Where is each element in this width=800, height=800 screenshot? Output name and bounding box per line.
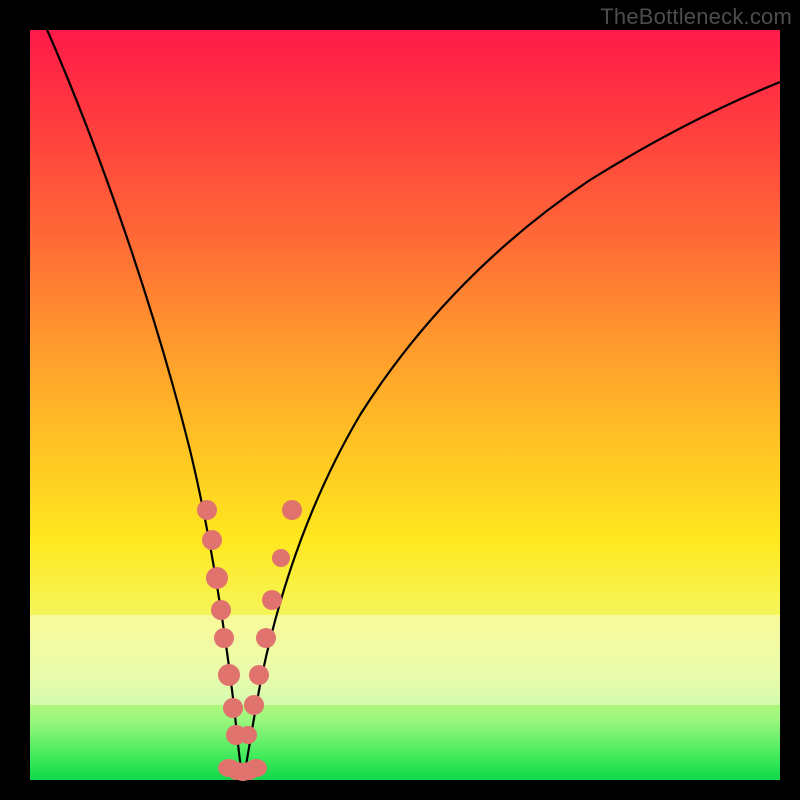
marker-dot — [256, 628, 276, 648]
marker-dot — [214, 628, 234, 648]
marker-dot — [211, 600, 231, 620]
marker-dot — [223, 698, 243, 718]
marker-dot — [202, 530, 222, 550]
marker-dot — [249, 665, 269, 685]
chart-frame: TheBottleneck.com — [0, 0, 800, 800]
watermark-text: TheBottleneck.com — [600, 4, 792, 30]
marker-dot — [282, 500, 302, 520]
marker-dot — [244, 695, 264, 715]
marker-dot — [218, 664, 240, 686]
plot-area — [30, 30, 780, 780]
marker-dot — [245, 759, 267, 777]
marker-dot — [239, 726, 257, 744]
marker-dot — [272, 549, 290, 567]
marker-dot — [197, 500, 217, 520]
marker-dot — [206, 567, 228, 589]
marker-dot — [262, 590, 282, 610]
bottleneck-curve — [45, 25, 785, 780]
curve-layer — [30, 30, 780, 780]
